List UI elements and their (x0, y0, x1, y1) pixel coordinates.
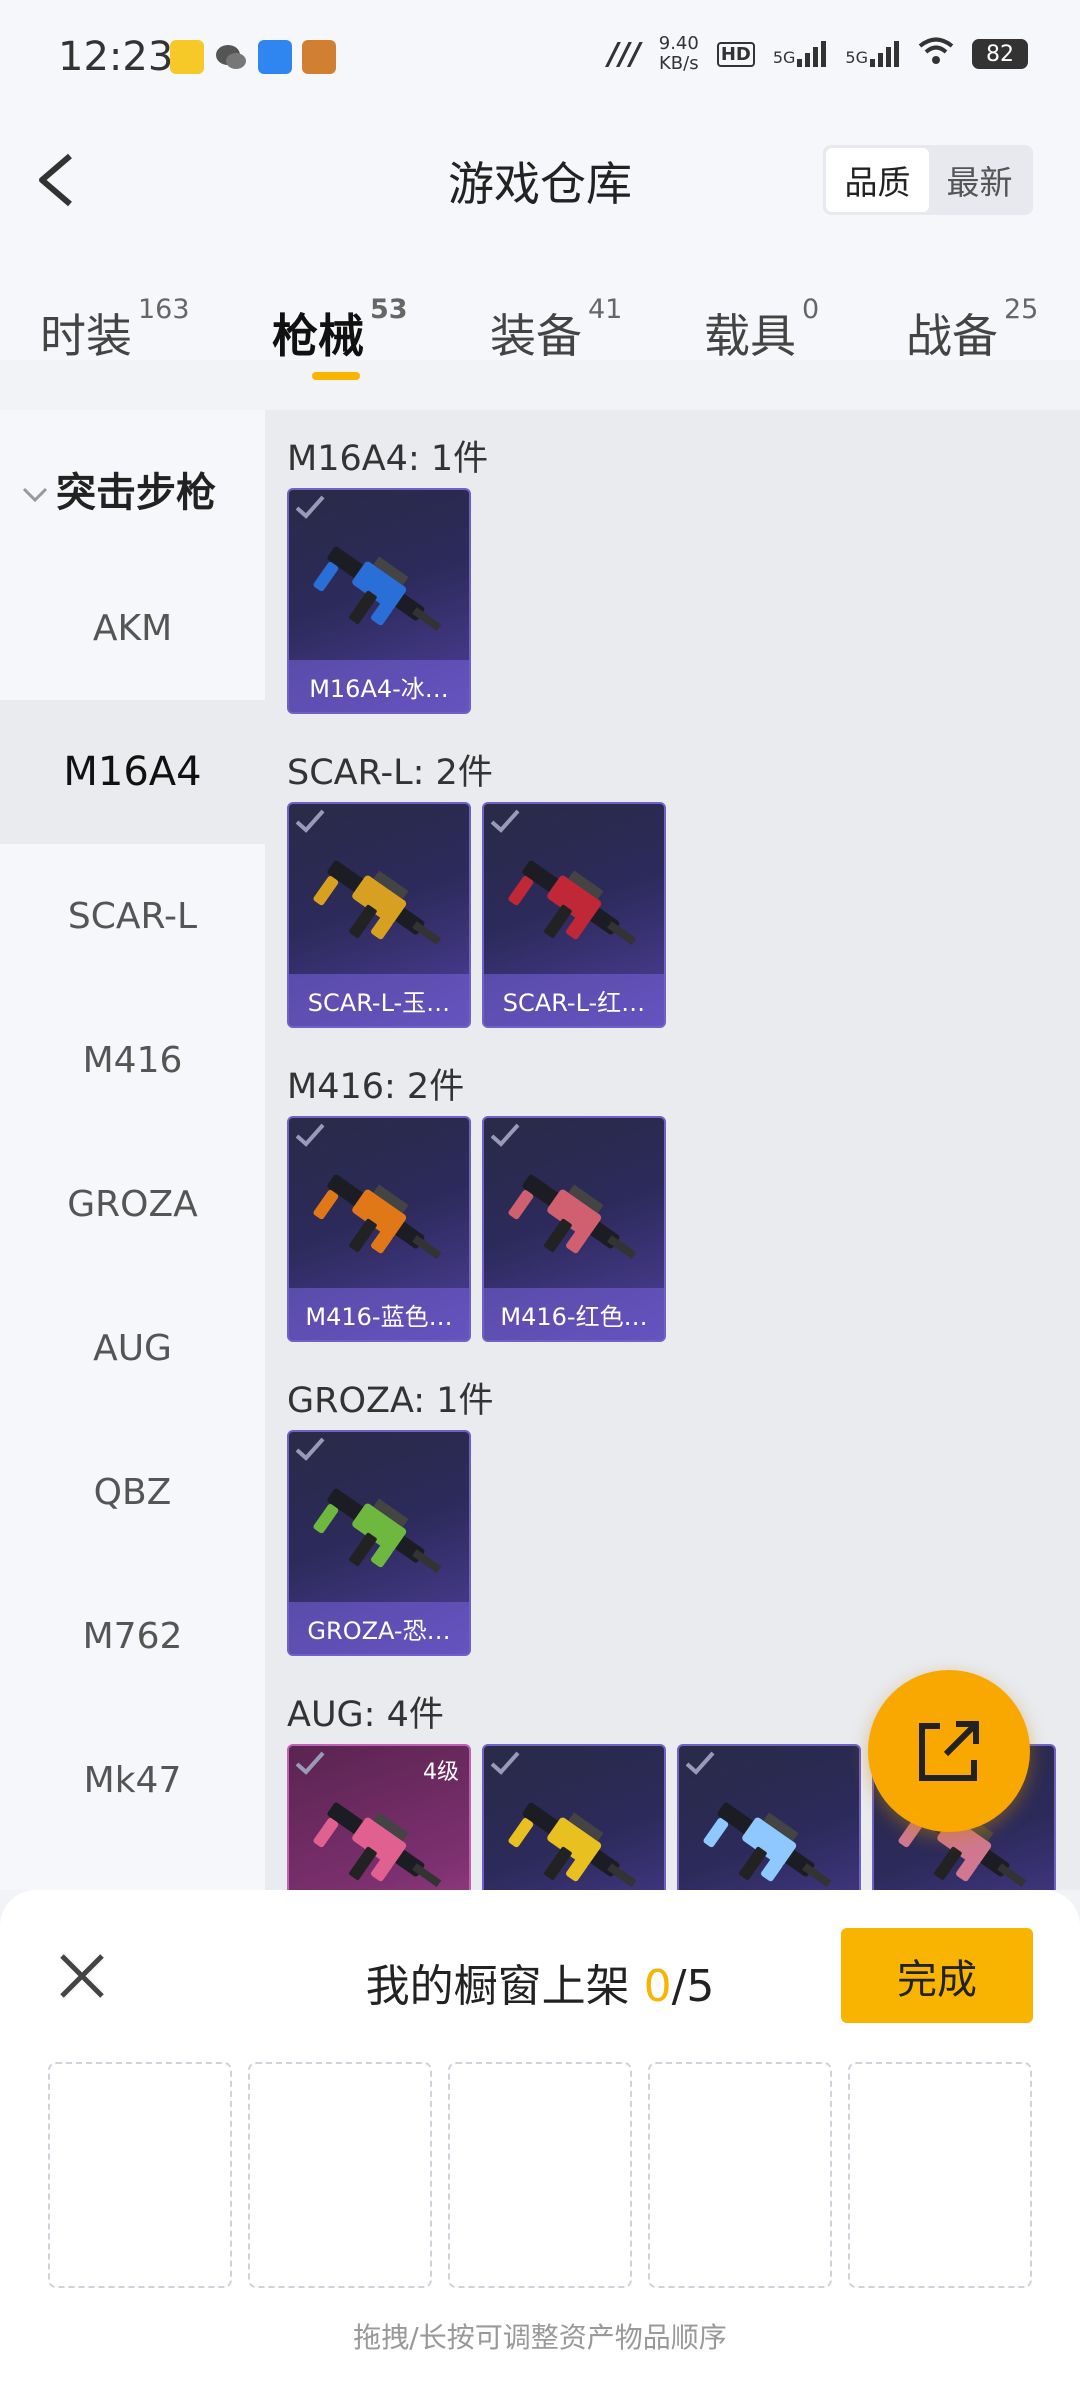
sidebar-item-mk47[interactable]: Mk47 (0, 1708, 265, 1852)
gun-skin-card[interactable]: SCAR-L-玉… (287, 802, 471, 1028)
sidebar-item-akm[interactable]: AKM (0, 556, 265, 700)
share-button[interactable] (868, 1670, 1030, 1832)
sort-newest-button[interactable]: 最新 (929, 148, 1030, 212)
hd-icon: HD (716, 41, 755, 67)
mi-icon: /// (607, 36, 641, 72)
gun-image (494, 1768, 658, 1890)
gun-image (689, 1768, 853, 1890)
group-title: M16A4: 1件 (287, 439, 489, 479)
gun-skin-card[interactable]: M416-蓝色… (287, 1116, 471, 1342)
showcase-slot-5[interactable] (848, 2062, 1032, 2288)
sidebar-item-m416[interactable]: M416 (0, 988, 265, 1132)
tab-equipment[interactable]: 装备 41 (490, 294, 622, 366)
network-speed: 9.40 KB/s (658, 33, 699, 74)
signal-1-icon: 5G (773, 41, 828, 67)
gun-image (299, 826, 463, 986)
app-notification-icon (170, 40, 204, 74)
gun-skin-name: M16A4-冰… (289, 660, 469, 712)
chevron-down-icon (22, 487, 48, 503)
group-title: M416: 2件 (287, 1067, 465, 1107)
gun-skin-card[interactable]: SCAR-L-红… (482, 802, 666, 1028)
showcase-slot-2[interactable] (248, 2062, 432, 2288)
app-blue-icon (258, 40, 292, 74)
gun-image (494, 1140, 658, 1300)
gun-skin-card[interactable]: 4级 (287, 1744, 471, 1890)
sidebar-item-m16a4[interactable]: M16A4 (0, 700, 265, 844)
gun-skin-name: M416-红色… (484, 1288, 664, 1340)
sort-quality-button[interactable]: 品质 (826, 148, 929, 212)
gun-skin-name: GROZA-恐… (289, 1602, 469, 1654)
gun-skin-card[interactable]: M416-红色… (482, 1116, 666, 1342)
active-tab-indicator (312, 372, 360, 380)
gun-list: M16A4: 1件 M16A4-冰… SCAR-L: 2件 SCAR-L-玉… SCAR… (265, 410, 1080, 1890)
tab-fashion[interactable]: 时装 163 (40, 294, 190, 366)
gun-image (299, 512, 463, 672)
sidebar-item-groza[interactable]: GROZA (0, 1132, 265, 1276)
done-button[interactable]: 完成 (841, 1928, 1033, 2023)
gun-image (299, 1454, 463, 1614)
tab-vehicles[interactable]: 载具 0 (704, 294, 819, 366)
share-icon (919, 1721, 979, 1781)
status-indicators: /// 9.40 KB/s HD 5G 5G 82 (608, 34, 1028, 74)
gun-image (299, 1140, 463, 1300)
wechat-icon (214, 40, 248, 74)
gun-image (299, 1768, 463, 1890)
sidebar-item-qbz[interactable]: QBZ (0, 1420, 265, 1564)
status-time: 12:23 (58, 34, 174, 80)
group-title: GROZA: 1件 (287, 1381, 494, 1421)
signal-2-icon: 5G (845, 41, 900, 67)
gun-skin-card[interactable]: M16A4-冰… (287, 488, 471, 714)
group-title: AUG: 4件 (287, 1695, 444, 1735)
level-badge: 4级 (423, 1760, 459, 1785)
sidebar-item-aug[interactable]: AUG (0, 1276, 265, 1420)
showcase-slot-4[interactable] (648, 2062, 832, 2288)
gun-skin-name: M416-蓝色… (289, 1288, 469, 1340)
battery-icon: 82 (972, 39, 1028, 69)
gun-skin-card[interactable] (677, 1744, 861, 1890)
sidebar-item-scar-l[interactable]: SCAR-L (0, 844, 265, 988)
gun-skin-card[interactable]: GROZA-恐… (287, 1430, 471, 1656)
game-app-icon (302, 40, 336, 74)
group-title: SCAR-L: 2件 (287, 753, 493, 793)
gun-skin-card[interactable] (482, 1744, 666, 1890)
sidebar-item-m762[interactable]: M762 (0, 1564, 265, 1708)
showcase-slot-3[interactable] (448, 2062, 632, 2288)
gun-skin-name: SCAR-L-玉… (289, 974, 469, 1026)
tab-supplies[interactable]: 战备 25 (906, 294, 1038, 366)
tab-guns[interactable]: 枪械 53 (272, 294, 408, 366)
sidebar-category-header[interactable]: 突击步枪 (20, 460, 216, 518)
gun-skin-name: SCAR-L-红… (484, 974, 664, 1026)
reorder-hint: 拖拽/长按可调整资产物品顺序 (353, 2321, 727, 2354)
gun-image (494, 826, 658, 986)
wifi-icon (918, 37, 954, 71)
showcase-slot-1[interactable] (48, 2062, 232, 2288)
